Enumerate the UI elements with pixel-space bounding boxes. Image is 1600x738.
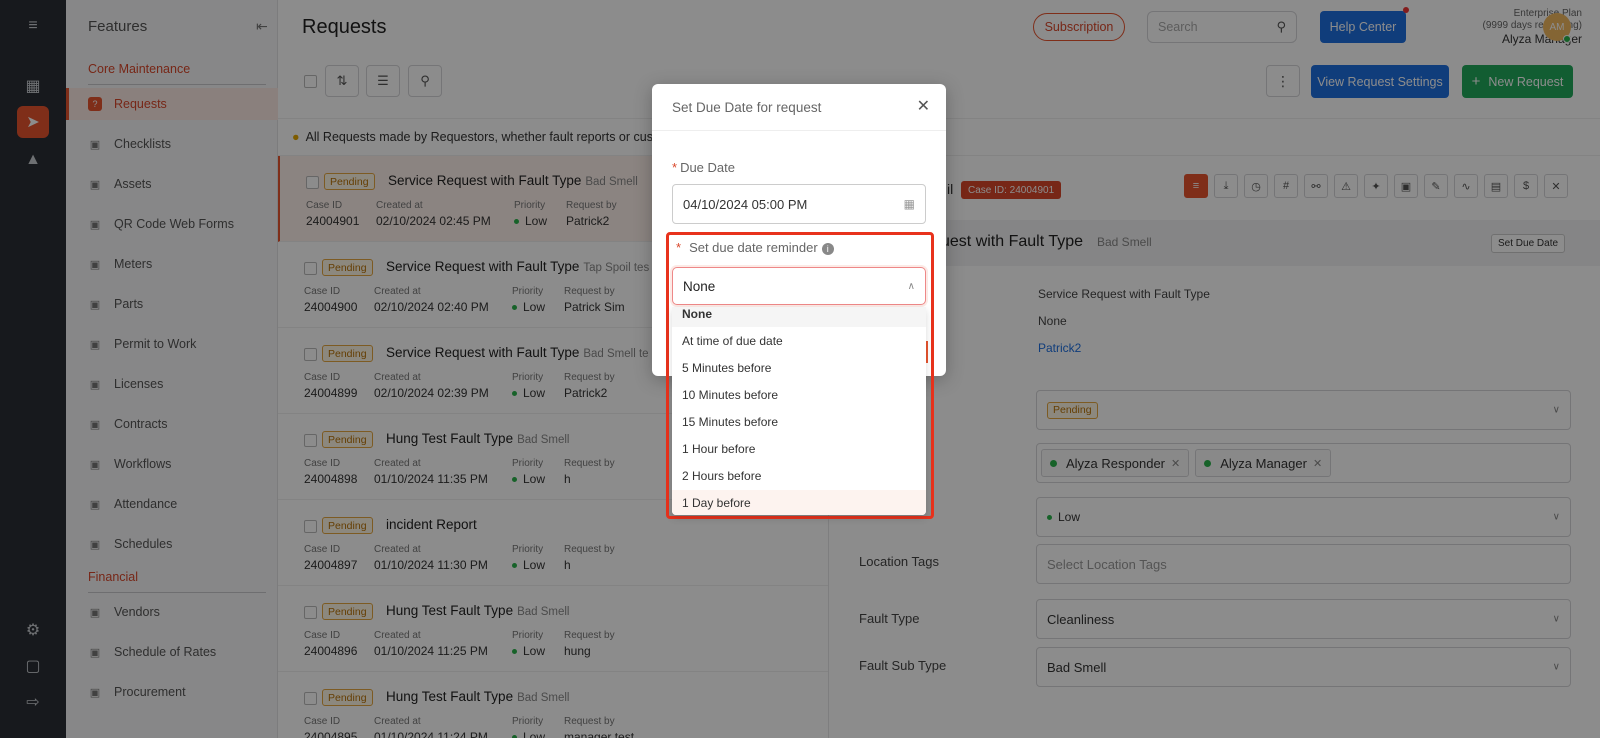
reminder-option[interactable]: 1 Hour before (672, 436, 926, 462)
reminder-select[interactable]: None ∧ (672, 267, 926, 305)
reminder-option[interactable]: 2 Hours before (672, 463, 926, 489)
modal-title: Set Due Date for request (672, 100, 822, 115)
reminder-option[interactable]: None (672, 307, 926, 327)
due-date-label: * Due Date (672, 160, 735, 175)
close-icon[interactable]: ✕ (917, 96, 930, 116)
modal-divider (652, 130, 946, 131)
reminder-option[interactable]: 15 Minutes before (672, 409, 926, 435)
due-date-input[interactable]: 04/10/2024 05:00 PM ▦ (672, 184, 926, 224)
info-icon[interactable]: i (821, 242, 834, 255)
chevron-up-icon: ∧ (907, 280, 915, 292)
reminder-option[interactable]: 10 Minutes before (672, 382, 926, 408)
calendar-icon: ▦ (903, 197, 915, 211)
reminder-option[interactable]: At time of due date (672, 328, 926, 354)
reminder-option[interactable]: 5 Minutes before (672, 355, 926, 381)
reminder-label: * Set due date reminder i (676, 240, 838, 255)
reminder-option[interactable]: 1 Day before (672, 490, 926, 515)
reminder-dropdown: None At time of due date 5 Minutes before 1… (672, 307, 926, 515)
